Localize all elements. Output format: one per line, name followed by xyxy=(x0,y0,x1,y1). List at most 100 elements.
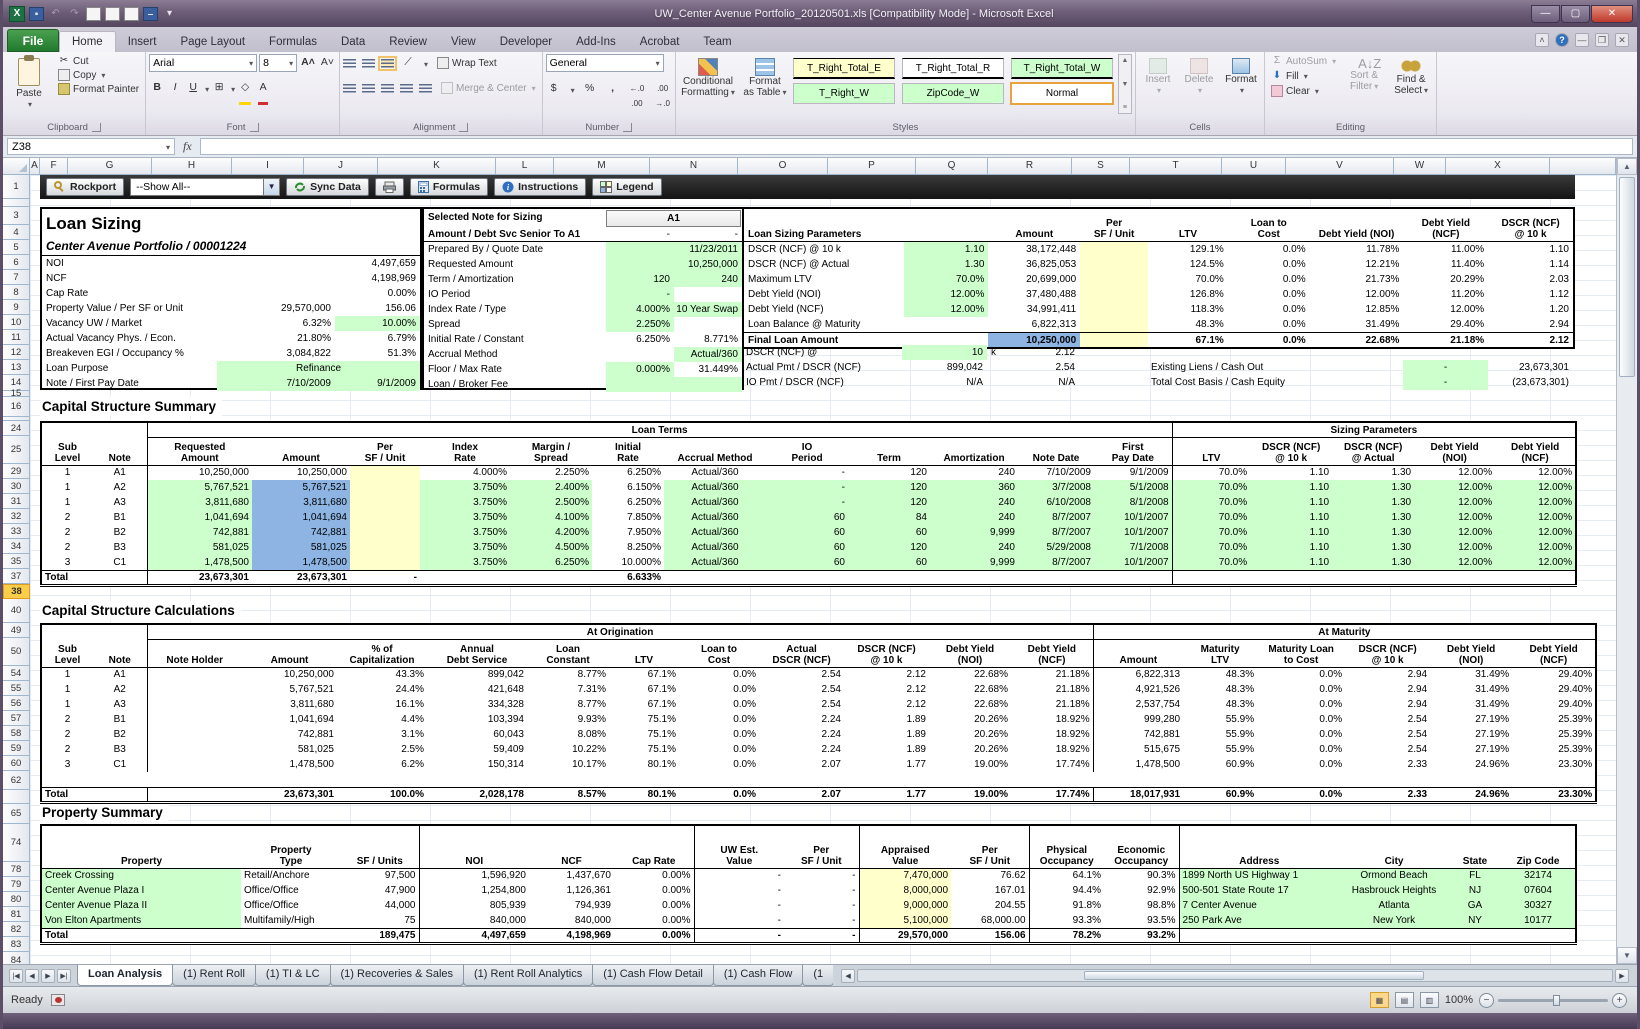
cell[interactable]: 60 xyxy=(766,540,848,555)
cell[interactable]: 12.00% xyxy=(1495,555,1577,570)
cell[interactable]: - xyxy=(784,927,860,943)
cell[interactable]: - xyxy=(693,913,785,928)
column-header-K[interactable]: K xyxy=(378,158,496,175)
row-header-78[interactable]: 78 xyxy=(3,862,30,877)
cell[interactable]: 1,478,500 xyxy=(146,555,252,570)
cell[interactable]: 12.00% xyxy=(1495,540,1577,555)
cell[interactable]: 31.49% xyxy=(1310,317,1404,332)
cell[interactable]: 2.33 xyxy=(1345,786,1431,802)
cell[interactable]: 25.39% xyxy=(1512,727,1596,742)
cell[interactable]: 4.000% xyxy=(420,465,510,480)
font-size-select[interactable]: 8 xyxy=(259,54,298,72)
increase-decimal-button[interactable]: ←.0.00 xyxy=(628,81,647,108)
cell[interactable]: 8,000,000 xyxy=(858,883,952,898)
row-header-5[interactable]: 5 xyxy=(3,240,30,255)
cell[interactable]: 0.0% xyxy=(1257,757,1345,772)
cell[interactable]: 8.771% xyxy=(674,332,742,347)
cell[interactable]: 4.4% xyxy=(337,712,427,727)
font-color-button[interactable]: A xyxy=(255,80,271,105)
cell[interactable] xyxy=(1080,257,1149,272)
cell[interactable]: 4.200% xyxy=(510,525,592,540)
cell[interactable]: 0.0% xyxy=(679,727,759,742)
cell[interactable]: Maximum LTV xyxy=(744,272,904,287)
cell[interactable]: Actual/360 xyxy=(664,495,766,510)
cell[interactable]: 10 Year Swap xyxy=(674,302,742,317)
format-as-table-button[interactable]: Format as Table xyxy=(740,54,790,116)
cell[interactable]: 12.00% xyxy=(1495,495,1577,510)
sheet-tab--1-recoveries-sales[interactable]: (1) Recoveries & Sales xyxy=(329,965,465,986)
cell[interactable]: 360 xyxy=(930,480,1018,495)
first-sheet-icon[interactable]: |◀ xyxy=(9,968,23,983)
cell[interactable]: 20.29% xyxy=(1403,272,1488,287)
ribbon-tab-acrobat[interactable]: Acrobat xyxy=(628,32,692,52)
cell[interactable]: 120 xyxy=(848,480,930,495)
row-header-6[interactable]: 6 xyxy=(3,255,30,270)
align-bottom-icon[interactable] xyxy=(378,55,397,71)
cell[interactable]: 0.0% xyxy=(679,757,759,772)
column-header-F[interactable]: F xyxy=(40,158,68,175)
page-break-view-icon[interactable]: ▥ xyxy=(1419,992,1439,1008)
horizontal-scroll-thumb[interactable] xyxy=(1084,971,1424,980)
dialog-launcher-icon[interactable] xyxy=(623,123,633,132)
cell[interactable]: 16.1% xyxy=(337,697,427,712)
cell[interactable]: 1.30 xyxy=(903,257,989,272)
cell[interactable]: 1,126,361 xyxy=(529,883,614,898)
sync-data-button[interactable]: Sync Data xyxy=(286,178,369,196)
cell[interactable]: 899,042 xyxy=(902,360,987,375)
cell[interactable] xyxy=(1332,569,1415,585)
redo-icon[interactable]: ↷ xyxy=(67,7,82,21)
cell[interactable]: 12.00% xyxy=(1403,302,1488,317)
cell[interactable] xyxy=(1080,302,1149,317)
zoom-out-button[interactable]: − xyxy=(1479,992,1494,1008)
cell[interactable]: 12.00% xyxy=(1495,525,1577,540)
style-chip-t_right_total_e[interactable]: T_Right_Total_E xyxy=(792,58,895,79)
cell[interactable]: 421,648 xyxy=(427,682,527,697)
cell[interactable]: 3,811,680 xyxy=(242,697,337,712)
cell[interactable]: 11/23/2011 xyxy=(674,242,742,257)
row-header-58[interactable]: 58 xyxy=(3,726,30,741)
cell[interactable]: 75 xyxy=(341,913,419,928)
note-selector[interactable]: A1 xyxy=(606,210,741,227)
column-header-J[interactable]: J xyxy=(304,158,378,175)
format-painter-button[interactable]: Format Painter xyxy=(55,82,142,96)
cell[interactable]: 120 xyxy=(606,272,674,287)
cell[interactable]: 100.0% xyxy=(337,786,427,802)
row-header-29[interactable]: 29 xyxy=(3,464,30,479)
row-header-83[interactable]: 83 xyxy=(3,937,30,952)
cell[interactable]: 7/1/2008 xyxy=(1094,540,1173,555)
cell[interactable] xyxy=(146,712,242,727)
cell[interactable]: Total Cost Basis / Cash Equity xyxy=(1147,375,1403,390)
cell[interactable]: 794,939 xyxy=(529,898,614,913)
cell[interactable]: 999,280 xyxy=(1092,712,1184,727)
cell[interactable]: 5/29/2008 xyxy=(1018,540,1094,555)
cell[interactable]: 70.0% xyxy=(1171,510,1251,525)
column-header-Q[interactable]: Q xyxy=(916,158,988,175)
cell[interactable]: 1,041,694 xyxy=(242,712,337,727)
ribbon-tab-home[interactable]: Home xyxy=(59,31,116,52)
cell[interactable]: B1 xyxy=(93,510,147,525)
cell[interactable]: 4.500% xyxy=(510,540,592,555)
paste-special-icon[interactable] xyxy=(124,6,139,21)
cell[interactable]: 126.8% xyxy=(1148,287,1228,302)
cell[interactable]: 29.40% xyxy=(1512,682,1596,697)
style-chip-normal[interactable]: Normal xyxy=(1009,82,1114,105)
row-header-8[interactable]: 8 xyxy=(3,285,30,300)
cell[interactable]: 12.00% xyxy=(1414,540,1496,555)
instructions-button[interactable]: i Instructions xyxy=(494,178,587,196)
cell[interactable]: 10,250,000 xyxy=(674,257,742,272)
ribbon-tab-data[interactable]: Data xyxy=(329,32,377,52)
cell[interactable] xyxy=(606,257,674,272)
cell[interactable]: 60 xyxy=(848,525,930,540)
cell[interactable]: 10/1/2007 xyxy=(1094,510,1173,525)
cell[interactable]: DSCR (NCF) @ xyxy=(742,345,902,360)
cell[interactable]: 64.1% xyxy=(1028,868,1105,883)
collapse-ribbon-icon[interactable]: ˄ xyxy=(1535,33,1549,47)
cell[interactable]: 18.92% xyxy=(1011,727,1093,742)
cell[interactable]: Actual/360 xyxy=(664,510,766,525)
cell[interactable]: 0.0% xyxy=(679,712,759,727)
row-header-84[interactable]: 84 xyxy=(3,952,30,964)
cell[interactable]: 1.30 xyxy=(1332,495,1415,510)
cell[interactable]: 12.00% xyxy=(1414,525,1496,540)
increase-indent-icon[interactable] xyxy=(419,83,432,93)
minimize-button[interactable]: — xyxy=(1531,4,1560,23)
